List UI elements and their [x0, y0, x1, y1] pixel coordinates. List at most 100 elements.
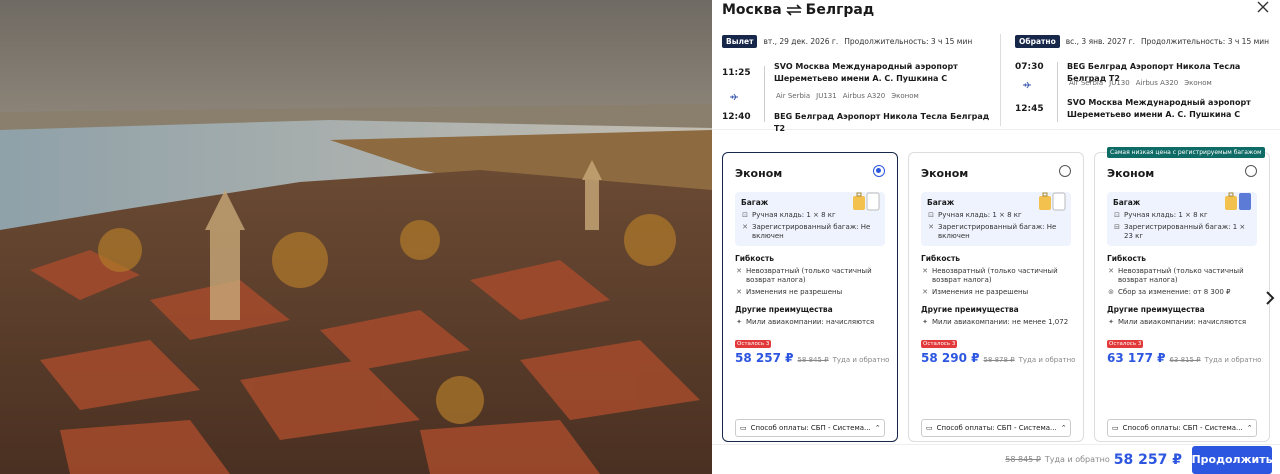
- flexibility-title: Гибкость: [735, 254, 775, 263]
- fare-radio[interactable]: [1245, 165, 1257, 177]
- checkout-bar: 58 845 ₽ Туда и обратно 58 257 ₽ Продолж…: [712, 444, 1280, 474]
- refund-policy: Невозвратный (только частичный возврат н…: [746, 267, 872, 284]
- return-duration: Продолжительность: 3 ч 15 мин: [1141, 36, 1270, 46]
- return-tag: Обратно: [1015, 34, 1060, 48]
- cross-icon: ✕: [922, 288, 928, 296]
- fare-name: Эконом: [921, 167, 969, 180]
- outbound-tag: Вылет: [722, 34, 758, 48]
- seats-left-badge: Осталось 3: [921, 340, 958, 348]
- departure-time: 11:25: [722, 68, 751, 78]
- fare-card[interactable]: Эконом Багаж ⊡ Ручная кладь: 1 × 8 кг ✕ За…: [908, 152, 1084, 442]
- flight-meta: Air Serbia JU131 Airbus A320 Эконом: [776, 92, 919, 100]
- miles: Мили авиакомпании: начисляются: [1118, 318, 1247, 326]
- destination-photo: [0, 0, 712, 474]
- plane-icon: [1023, 81, 1031, 89]
- change-policy: Сбор за изменение: от 8 300 ₽: [1118, 288, 1231, 296]
- baggage-box: Багаж ⊡ Ручная кладь: 1 × 8 кг ✕ Зарегистр…: [921, 192, 1071, 246]
- chevron-up-icon: ⌃: [1060, 424, 1067, 432]
- outbound-leg: Вылет вт., 29 дек. 2026 г. Продолжительн…: [712, 34, 996, 133]
- fare-card[interactable]: Эконом Багаж ⊡ Ручная кладь: 1 × 8 кг ✕ За…: [722, 152, 898, 442]
- checked-baggage: Зарегистрированный багаж: 1 × 23 кг: [1124, 223, 1246, 240]
- payment-method-select[interactable]: ▭ Способ оплаты: СБП - Система... ⌃: [921, 419, 1071, 437]
- miles-icon: ✦: [1108, 318, 1114, 326]
- fare-card[interactable]: Самая низкая цена с регистрируемым багаж…: [1094, 147, 1270, 442]
- card-icon: ▭: [926, 424, 933, 432]
- baggage-box: Багаж ⊡ Ручная кладь: 1 × 8 кг ✕ Зарегистр…: [735, 192, 885, 246]
- benefits-title: Другие преимущества: [1107, 305, 1205, 314]
- return-arrival-airport-cont: Шереметьево имени А. С. Пушкина С: [1067, 110, 1241, 119]
- luggage-icon: [1039, 192, 1066, 211]
- miles: Мили авиакомпании: начисляются: [746, 318, 875, 326]
- fare-price: 63 177 ₽: [1107, 351, 1166, 365]
- booking-panel: Москва Белград Вылет вт., 29 дек. 2026 г…: [712, 0, 1280, 474]
- cross-icon: ✕: [742, 223, 748, 231]
- checked-baggage: Зарегистрированный багаж: Не включен: [938, 223, 1057, 240]
- chevron-up-icon: ⌃: [874, 424, 881, 432]
- refund-policy: Невозвратный (только частичный возврат н…: [1118, 267, 1244, 284]
- hand-luggage-icon: ⊡: [1114, 211, 1120, 219]
- return-departure-time: 07:30: [1015, 62, 1044, 72]
- fare-price: 58 290 ₽: [921, 351, 980, 365]
- chevron-up-icon: ⌃: [1246, 424, 1253, 432]
- arrival-time: 12:40: [722, 112, 751, 122]
- cross-icon: ✕: [736, 288, 742, 296]
- total-price: 58 257 ₽: [1113, 451, 1182, 468]
- fare-price: 58 257 ₽: [735, 351, 794, 365]
- hand-luggage-icon: ⊡: [742, 211, 748, 219]
- cross-icon: ✕: [736, 267, 742, 275]
- benefits-title: Другие преимущества: [921, 305, 1019, 314]
- cross-icon: ✕: [928, 223, 934, 231]
- fare-radio[interactable]: [1059, 165, 1071, 177]
- return-flight-meta: Air Serbia JU130 Airbus A320 Эконом: [1069, 79, 1212, 87]
- fare-name: Эконом: [1107, 167, 1155, 180]
- hand-luggage: Ручная кладь: 1 × 8 кг: [938, 211, 1022, 219]
- close-icon[interactable]: [1256, 0, 1270, 14]
- checked-baggage: Зарегистрированный багаж: Не включен: [752, 223, 871, 240]
- fare-name: Эконом: [735, 167, 783, 180]
- trip-type: Туда и обратно: [832, 356, 890, 364]
- old-price: 58 878 ₽: [983, 356, 1015, 364]
- cross-icon: ✕: [922, 267, 928, 275]
- timeline: [764, 66, 765, 122]
- card-icon: ▭: [1112, 424, 1119, 432]
- fare-radio-selected[interactable]: [873, 165, 885, 177]
- trip-type: Туда и обратно: [1018, 356, 1076, 364]
- outbound-date: вт., 29 дек. 2026 г.: [763, 36, 839, 46]
- flexibility-title: Гибкость: [921, 254, 961, 263]
- cross-icon: ✕: [1108, 267, 1114, 275]
- continue-button[interactable]: Продолжить: [1191, 445, 1273, 474]
- return-arrival-time: 12:45: [1015, 104, 1044, 114]
- plane-icon: [730, 93, 738, 101]
- footer-trip-type: Туда и обратно: [1044, 455, 1110, 464]
- timeline: [1057, 62, 1058, 122]
- itinerary: Вылет вт., 29 дек. 2026 г. Продолжительн…: [712, 34, 1280, 133]
- miles-icon: ✦: [736, 318, 742, 326]
- departure-airport: SVO Москва Международный аэропорт: [774, 62, 958, 71]
- destination-city: Белград: [805, 2, 875, 18]
- seats-left-badge: Осталось 3: [735, 340, 772, 348]
- refund-policy: Невозвратный (только частичный возврат н…: [932, 267, 1058, 284]
- change-policy: Изменения не разрешены: [932, 288, 1029, 296]
- fare-options: Эконом Багаж ⊡ Ручная кладь: 1 × 8 кг ✕ За…: [722, 147, 1280, 442]
- departure-airport-cont: Шереметьево имени А. С. Пушкина С: [774, 74, 948, 83]
- return-leg: Обратно вс., 3 янв. 2027 г. Продолжитель…: [1000, 34, 1274, 126]
- payment-method-select[interactable]: ▭ Способ оплаты: СБП - Система... ⌃: [1107, 419, 1257, 437]
- luggage-icon: [1225, 192, 1251, 210]
- payment-method-select[interactable]: ▭ Способ оплаты: СБП - Система... ⌃: [735, 419, 885, 437]
- change-policy: Изменения не разрешены: [746, 288, 843, 296]
- trip-type: Туда и обратно: [1204, 356, 1262, 364]
- route-title: Москва Белград: [722, 2, 874, 18]
- promo-badge: Самая низкая цена с регистрируемым багаж…: [1107, 147, 1265, 158]
- baggage-box: Багаж ⊡ Ручная кладь: 1 × 8 кг ⊟ Зарегистр…: [1107, 192, 1257, 246]
- chevron-right-icon[interactable]: [1264, 290, 1276, 306]
- change-fee-icon: ⊚: [1108, 288, 1114, 296]
- seats-left-badge: Осталось 3: [1107, 340, 1144, 348]
- benefits-title: Другие преимущества: [735, 305, 833, 314]
- outbound-duration: Продолжительность: 3 ч 15 мин: [844, 36, 973, 46]
- arrival-airport: BEG Белград Аэропорт Никола Тесла Белгра…: [774, 112, 990, 133]
- round-trip-icon: [785, 4, 802, 16]
- card-icon: ▭: [740, 424, 747, 432]
- flexibility-title: Гибкость: [1107, 254, 1147, 263]
- return-date: вс., 3 янв. 2027 г.: [1065, 36, 1135, 46]
- suitcase-icon: ⊟: [1114, 223, 1120, 231]
